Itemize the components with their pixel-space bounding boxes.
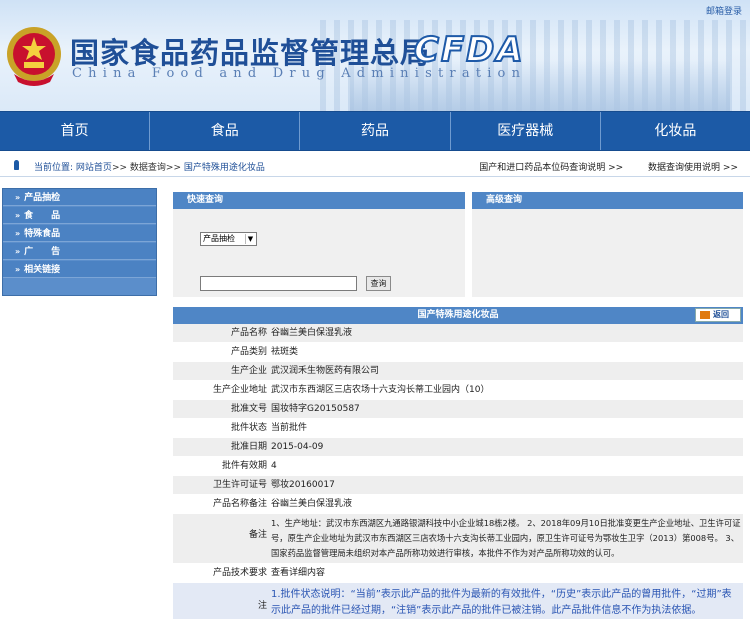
arrow-right-icon bbox=[700, 310, 710, 319]
status-note-text: 1.批件状态说明：“当前”表示此产品的批件为最新的有效批件，“历史”表示此产品的… bbox=[271, 589, 732, 616]
double-chevron-icon: » bbox=[15, 229, 21, 238]
detail-row-hygiene-license: 卫生许可证号 鄂妆20160017 bbox=[173, 476, 743, 495]
sidebar-item-related-links[interactable]: » 相关链接 bbox=[3, 261, 156, 278]
chevron-down-icon: ▼ bbox=[245, 234, 255, 244]
field-label: 生产企业 bbox=[230, 366, 267, 376]
field-value: 谷幽兰美白保湿乳液 bbox=[271, 328, 353, 338]
cfda-logo: CFDA bbox=[413, 29, 525, 71]
double-chevron-icon: » bbox=[15, 265, 21, 274]
nav-medical-devices[interactable]: 医疗器械 bbox=[451, 112, 601, 150]
field-label: 产品技术要求 bbox=[212, 568, 267, 578]
field-value: 祛斑类 bbox=[271, 347, 299, 357]
sidebar-item-special-food[interactable]: » 特殊食品 bbox=[3, 225, 156, 242]
field-label: 批准文号 bbox=[230, 404, 267, 414]
detail-title: 国产特殊用途化妆品 bbox=[417, 310, 499, 320]
detail-header: 国产特殊用途化妆品 返回 bbox=[173, 307, 743, 324]
field-label: 产品名称 bbox=[230, 328, 267, 338]
field-value: 武汉润禾生物医药有限公司 bbox=[271, 366, 380, 376]
search-input[interactable] bbox=[200, 276, 357, 291]
advanced-query-panel: 高级查询 bbox=[472, 192, 743, 297]
view-details-link[interactable]: 查看详细内容 bbox=[270, 564, 743, 582]
field-label: 产品名称备注 bbox=[212, 499, 267, 509]
detail-row-approval-date: 批准日期 2015-04-09 bbox=[173, 438, 743, 457]
location-pin-icon bbox=[14, 160, 19, 170]
breadcrumb-current: 国产特殊用途化妆品 bbox=[183, 163, 265, 173]
detail-row-manufacturer-address: 生产企业地址 武汉市东西湖区三店农场十六支沟长蒂工业园内（10） bbox=[173, 381, 743, 400]
sidebar-item-label: 食 品 bbox=[24, 211, 61, 221]
advanced-query-title[interactable]: 高级查询 bbox=[472, 192, 743, 209]
query-button[interactable]: 查询 bbox=[366, 276, 391, 291]
sidebar-item-food[interactable]: » 食 品 bbox=[3, 207, 156, 224]
quick-query-title: 快速查询 bbox=[173, 192, 465, 209]
main-nav: 首页 食品 药品 医疗器械 化妆品 bbox=[0, 111, 750, 151]
breadcrumb-separator: >> bbox=[111, 163, 128, 173]
detail-row-product-name: 产品名称 谷幽兰美白保湿乳液 bbox=[173, 324, 743, 343]
sidebar-item-advertising[interactable]: » 广 告 bbox=[3, 243, 156, 260]
double-chevron-icon: » bbox=[15, 193, 21, 202]
detail-row-name-remark: 产品名称备注 谷幽兰美白保湿乳液 bbox=[173, 495, 743, 514]
site-header: 邮箱登录 国家食品药品监督管理总局 China Food and Drug Ad… bbox=[0, 0, 750, 111]
detail-row-approval-status: 批件状态 当前批件 bbox=[173, 419, 743, 438]
field-value: 鄂妆20160017 bbox=[271, 480, 335, 490]
back-button-label: 返回 bbox=[713, 310, 729, 319]
double-chevron-icon: » bbox=[15, 211, 21, 220]
drug-code-help-link[interactable]: 国产和进口药品本位码查询说明 >> bbox=[479, 163, 623, 173]
help-links: 国产和进口药品本位码查询说明 >> 数据查询使用说明 >> bbox=[457, 160, 738, 173]
breadcrumb-data-query[interactable]: 数据查询 bbox=[130, 163, 166, 173]
field-label: 批件有效期 bbox=[221, 461, 267, 471]
nav-cosmetics[interactable]: 化妆品 bbox=[601, 112, 750, 150]
field-value: 谷幽兰美白保湿乳液 bbox=[271, 499, 353, 509]
field-value: 1、生产地址：武汉市东西湖区九通路银湖科技中小企业城18栋2楼。 2、2018年… bbox=[271, 518, 741, 558]
detail-row-approval-number: 批准文号 国妆特字G20150587 bbox=[173, 400, 743, 419]
breadcrumb-bar: 当前位置: 网站首页>> 数据查询>> 国产特殊用途化妆品 国产和进口药品本位码… bbox=[0, 155, 750, 177]
field-label: 卫生许可证号 bbox=[212, 480, 267, 490]
back-button[interactable]: 返回 bbox=[695, 308, 741, 322]
field-value: 武汉市东西湖区三店农场十六支沟长蒂工业园内（10） bbox=[271, 385, 490, 395]
query-usage-help-link[interactable]: 数据查询使用说明 >> bbox=[648, 163, 738, 173]
breadcrumb: 当前位置: 网站首页>> 数据查询>> 国产特殊用途化妆品 bbox=[34, 160, 265, 173]
breadcrumb-separator: >> bbox=[165, 163, 182, 173]
category-select-value: 产品抽检 bbox=[203, 234, 235, 243]
sidebar-item-product-inspection[interactable]: » 产品抽检 bbox=[3, 189, 156, 206]
sidebar-item-label: 广 告 bbox=[24, 247, 61, 257]
detail-row-note: 注 1.批件状态说明：“当前”表示此产品的批件为最新的有效批件，“历史”表示此产… bbox=[173, 583, 743, 620]
sidebar: » 产品抽检 » 食 品 » 特殊食品 » 广 告 » 相关链接 bbox=[2, 188, 157, 296]
field-label: 批准日期 bbox=[230, 442, 267, 452]
field-value: 2015-04-09 bbox=[271, 442, 324, 452]
field-label: 批件状态 bbox=[230, 423, 267, 433]
field-label: 产品类别 bbox=[230, 347, 267, 357]
quick-query-panel: 快速查询 产品抽检 ▼ 查询 bbox=[173, 192, 465, 297]
breadcrumb-prefix: 当前位置: bbox=[34, 163, 74, 173]
sidebar-item-label: 相关链接 bbox=[24, 265, 61, 275]
mail-login-link[interactable]: 邮箱登录 bbox=[706, 4, 742, 17]
breadcrumb-home[interactable]: 网站首页 bbox=[76, 163, 112, 173]
field-value: 国妆特字G20150587 bbox=[271, 404, 360, 414]
double-chevron-icon: » bbox=[15, 247, 21, 256]
nav-food[interactable]: 食品 bbox=[150, 112, 301, 150]
detail-row-remarks: 备注 1、生产地址：武汉市东西湖区九通路银湖科技中小企业城18栋2楼。 2、20… bbox=[173, 514, 743, 564]
detail-row-validity: 批件有效期 4 bbox=[173, 457, 743, 476]
detail-row-manufacturer: 生产企业 武汉润禾生物医药有限公司 bbox=[173, 362, 743, 381]
detail-row-category: 产品类别 祛斑类 bbox=[173, 343, 743, 362]
field-value: 当前批件 bbox=[271, 423, 308, 433]
nav-drugs[interactable]: 药品 bbox=[300, 112, 451, 150]
product-detail-panel: 国产特殊用途化妆品 返回 产品名称 谷幽兰美白保湿乳液 产品类别 祛斑类 生产企… bbox=[173, 307, 743, 624]
national-emblem-icon bbox=[7, 27, 61, 86]
detail-row-tech-requirements: 产品技术要求 查看详细内容 bbox=[173, 564, 743, 583]
nav-home[interactable]: 首页 bbox=[0, 112, 151, 150]
sidebar-item-label: 特殊食品 bbox=[24, 229, 61, 239]
field-label: 注 bbox=[257, 601, 267, 611]
field-value: 4 bbox=[271, 461, 277, 471]
field-label: 生产企业地址 bbox=[212, 385, 267, 395]
sidebar-item-label: 产品抽检 bbox=[24, 193, 61, 203]
category-select[interactable]: 产品抽检 ▼ bbox=[200, 232, 257, 246]
field-label: 备注 bbox=[248, 530, 267, 540]
